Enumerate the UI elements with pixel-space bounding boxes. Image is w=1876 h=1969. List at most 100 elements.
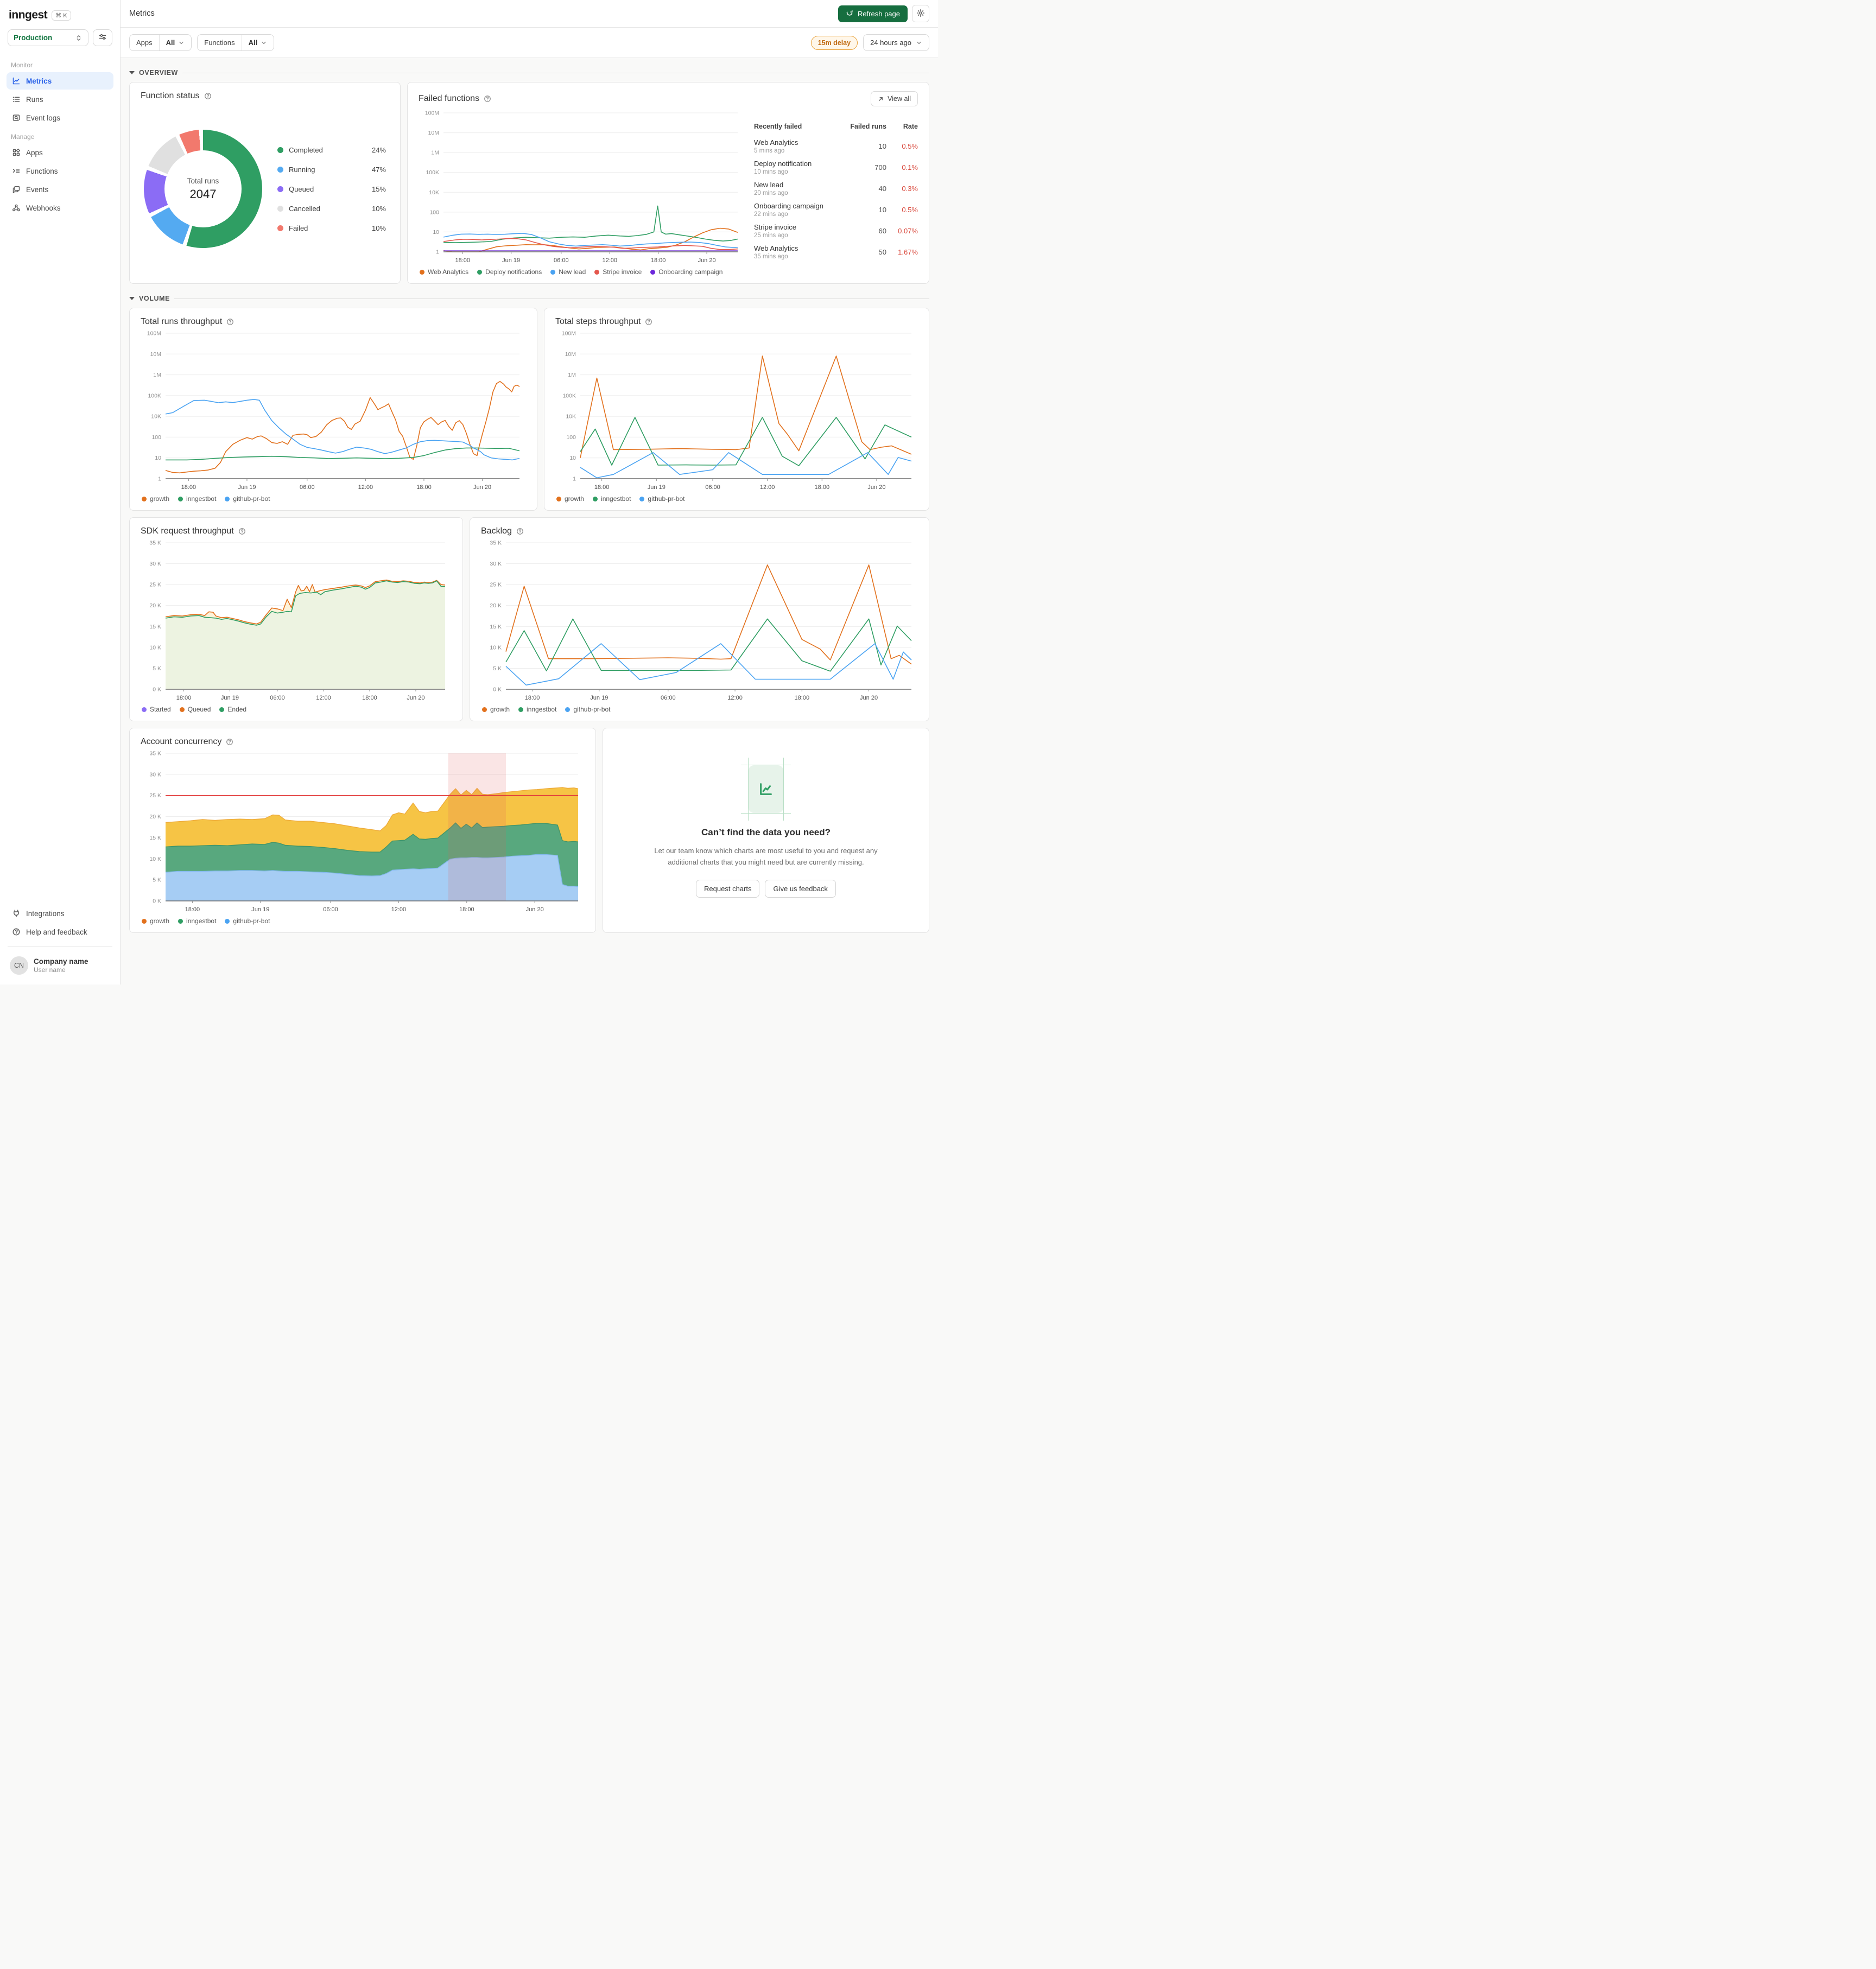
user-name: User name <box>34 966 66 974</box>
failed-time: 25 mins ago <box>754 232 788 239</box>
legend-item[interactable]: inngestbot <box>518 706 556 713</box>
help-circle-icon[interactable] <box>204 92 212 100</box>
settings-button[interactable] <box>912 5 929 22</box>
recently-failed-row[interactable]: Onboarding campaign 22 mins ago 10 0.5% <box>754 199 918 220</box>
chevron-down-icon <box>179 41 183 44</box>
sidebar-item-apps[interactable]: Apps <box>7 144 113 161</box>
legend-item[interactable]: Web Analytics <box>420 268 468 276</box>
total-runs-label: Total runs <box>187 176 219 185</box>
account-menu[interactable]: CN Company name User name <box>7 952 113 979</box>
overview-section-header[interactable]: OVERVIEW <box>129 65 929 82</box>
help-circle-icon[interactable] <box>516 528 524 535</box>
backlog-chart[interactable]: 35 K 30 K 25 K 20 K 15 K 10 K 5 K 0 K 18:00 Jun 1… <box>481 538 918 702</box>
legend-item[interactable]: growth <box>142 495 169 503</box>
legend-item[interactable]: Onboarding campaign <box>650 268 722 276</box>
legend-item[interactable]: Queued <box>179 706 211 713</box>
legend-dot <box>277 225 283 231</box>
time-range-select[interactable]: 24 hours ago <box>863 34 929 51</box>
legend-item[interactable]: github-pr-bot <box>565 706 610 713</box>
page-title: Metrics <box>129 9 155 18</box>
sidebar-item-runs[interactable]: Runs <box>7 91 113 108</box>
sidebar-item-events[interactable]: Events <box>7 181 113 198</box>
total-runs-chart[interactable]: 100M 10M 1M 100K 10K 100 10 1 18:00 Jun 19 06:00 12… <box>141 329 526 492</box>
sidebar-item-help-feedback[interactable]: Help and feedback <box>7 923 113 941</box>
give-feedback-button[interactable]: Give us feedback <box>765 879 836 898</box>
volume-section-header[interactable]: VOLUME <box>129 290 929 308</box>
function-name: New lead <box>754 181 784 189</box>
sidebar-item-functions[interactable]: Functions <box>7 162 113 180</box>
svg-text:0 K: 0 K <box>153 898 161 905</box>
status-legend-item[interactable]: Completed 24% <box>277 146 386 154</box>
apps-filter-label: Apps <box>136 39 153 47</box>
legend-item[interactable]: New lead <box>550 268 586 276</box>
status-legend-item[interactable]: Failed 10% <box>277 224 386 232</box>
help-circle-icon[interactable] <box>645 318 652 326</box>
legend-dot <box>650 269 656 275</box>
refresh-page-button[interactable]: Refresh page <box>838 5 908 22</box>
failed-functions-chart[interactable]: 100M 10M 1M 100K 10K 100 10 1 18:00 Jun 19 06:00 12… <box>419 109 744 265</box>
recently-failed-row[interactable]: Web Analytics 35 mins ago 50 1.67% <box>754 242 918 263</box>
legend-item[interactable]: Ended <box>219 706 246 713</box>
help-circle-icon[interactable] <box>226 318 234 326</box>
legend-dot <box>179 707 185 712</box>
view-all-button[interactable]: View all <box>871 91 918 106</box>
chevron-down-icon <box>262 41 266 44</box>
legend-item[interactable]: inngestbot <box>178 495 216 503</box>
total-runs-throughput-card: Total runs throughput 100M 10M 1M 100K 10K 10… <box>129 308 537 511</box>
svg-text:10M: 10M <box>428 130 439 136</box>
sidebar-item-webhooks[interactable]: Webhooks <box>7 199 113 217</box>
legend-dot <box>556 496 561 501</box>
manage-section-label: Manage <box>11 133 35 141</box>
apps-filter[interactable]: Apps All <box>129 34 192 51</box>
legend-item[interactable]: inngestbot <box>593 495 631 503</box>
legend-item[interactable]: github-pr-bot <box>225 917 270 925</box>
status-legend-item[interactable]: Queued 15% <box>277 185 386 193</box>
svg-text:12:00: 12:00 <box>316 695 331 701</box>
sdk-request-chart[interactable]: 35 K 30 K 25 K 20 K 15 K 10 K 5 K 0 K 18:00 Jun 1… <box>141 538 452 702</box>
function-status-donut[interactable]: Total runs 2047 <box>144 130 262 248</box>
svg-text:18:00: 18:00 <box>455 257 470 264</box>
legend-item[interactable]: growth <box>142 917 169 925</box>
legend-item[interactable]: github-pr-bot <box>639 495 685 503</box>
feedback-heading: Can’t find the data you need? <box>701 827 831 838</box>
account-concurrency-chart[interactable]: 35 K 30 K 25 K 20 K 15 K 10 K 5 K 0 K 18:00 Jun 1… <box>141 749 585 914</box>
legend-item[interactable]: Started <box>142 706 171 713</box>
recently-failed-row[interactable]: Stripe invoice 25 mins ago 60 0.07% <box>754 220 918 242</box>
help-circle-icon[interactable] <box>484 95 491 103</box>
environment-select[interactable]: Production <box>8 29 88 46</box>
functions-filter[interactable]: Functions All <box>197 34 275 51</box>
help-circle-icon <box>12 928 21 936</box>
legend-item[interactable]: github-pr-bot <box>225 495 270 503</box>
status-legend-item[interactable]: Cancelled 10% <box>277 205 386 213</box>
environment-filter-button[interactable] <box>93 29 112 46</box>
legend-dot <box>142 707 147 712</box>
webhooks-icon <box>12 204 21 212</box>
recently-failed-row[interactable]: New lead 20 mins ago 40 0.3% <box>754 178 918 199</box>
sidebar-item-metrics[interactable]: Metrics <box>7 72 113 90</box>
command-k-shortcut[interactable]: ⌘ K <box>52 10 71 21</box>
legend-item[interactable]: inngestbot <box>178 917 216 925</box>
legend-item[interactable]: growth <box>556 495 584 503</box>
legend-item[interactable]: Stripe invoice <box>594 268 642 276</box>
svg-text:Jun 19: Jun 19 <box>502 257 520 264</box>
svg-text:1M: 1M <box>568 372 576 378</box>
sidebar-item-event-logs[interactable]: Event logs <box>7 109 113 126</box>
legend-item[interactable]: growth <box>482 706 510 713</box>
help-circle-icon[interactable] <box>238 528 246 535</box>
request-charts-button[interactable]: Request charts <box>696 879 760 898</box>
svg-text:10K: 10K <box>566 414 576 420</box>
recently-failed-row[interactable]: Web Analytics 5 mins ago 10 0.5% <box>754 136 918 157</box>
status-legend-item[interactable]: Running 47% <box>277 166 386 174</box>
help-circle-icon[interactable] <box>226 738 233 746</box>
legend-label: growth <box>150 495 170 503</box>
total-steps-chart[interactable]: 100M 10M 1M 100K 10K 100 10 1 18:00 Jun 19 06:00 12… <box>555 329 918 492</box>
svg-text:Jun 19: Jun 19 <box>648 484 666 491</box>
sidebar-item-integrations[interactable]: Integrations <box>7 905 113 922</box>
failed-runs-count: 60 <box>878 227 886 235</box>
legend-item[interactable]: Deploy notifications <box>477 268 542 276</box>
recently-failed-row[interactable]: Deploy notification 10 mins ago 700 0.1% <box>754 157 918 178</box>
svg-text:5 K: 5 K <box>153 665 161 672</box>
legend-label: Started <box>150 706 171 713</box>
legend-dot <box>565 707 571 712</box>
svg-text:18:00: 18:00 <box>176 695 192 701</box>
